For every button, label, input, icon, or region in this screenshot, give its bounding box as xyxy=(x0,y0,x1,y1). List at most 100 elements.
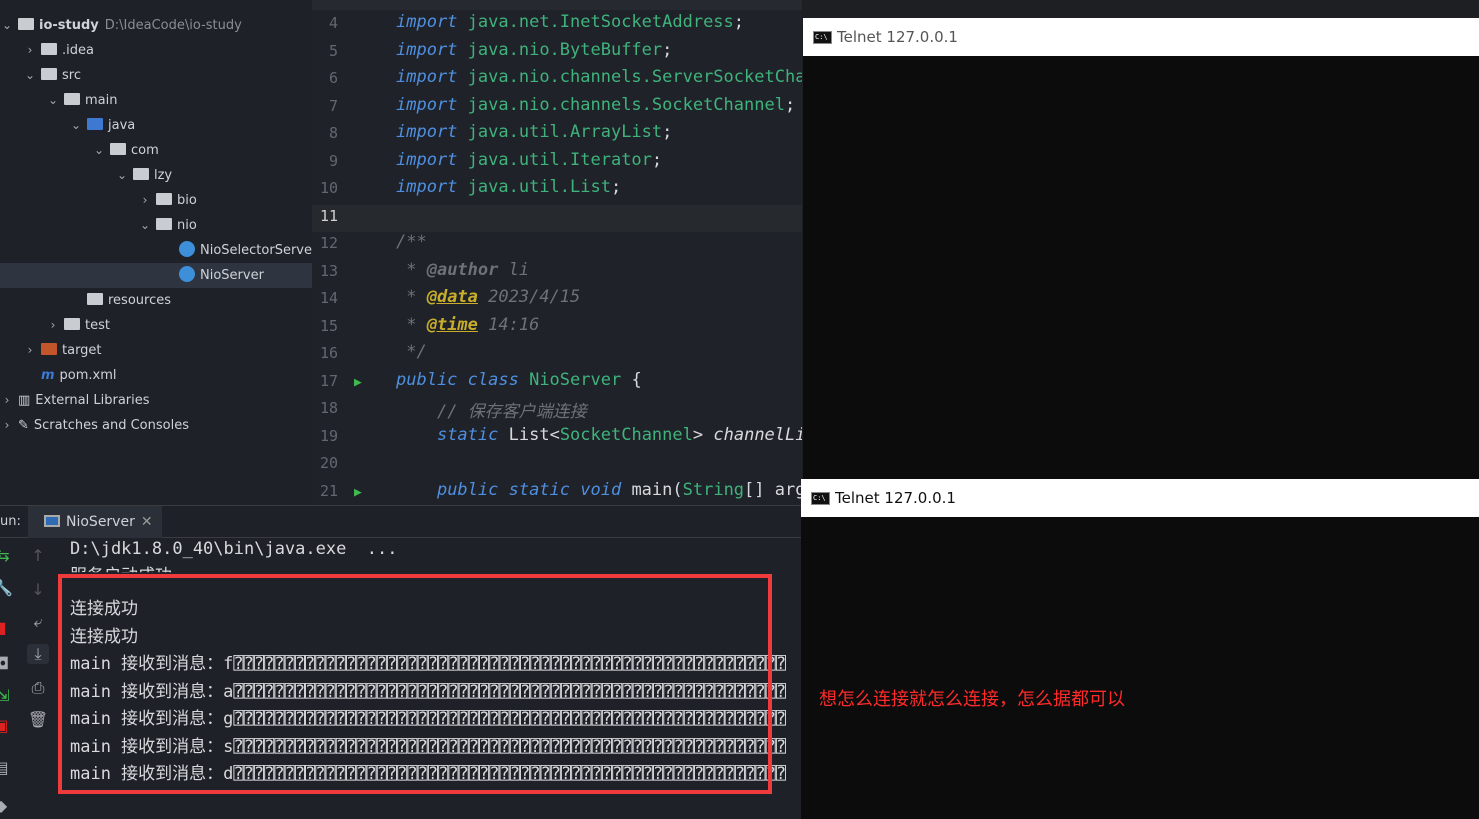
tree-item-label: target xyxy=(62,343,102,358)
up-arrow-icon[interactable]: ↑ xyxy=(27,546,49,565)
tree-item-label: Scratches and Consoles xyxy=(33,418,189,433)
annotation-text: 想怎么连接就怎么连接，怎么据都可以 xyxy=(819,689,1125,710)
tree-item[interactable]: NioSelectorServer xyxy=(0,238,317,263)
pin-icon[interactable]: ◆ xyxy=(0,796,12,815)
code-line: import java.nio.channels.ServerSocketCha… xyxy=(396,67,802,87)
trash-icon[interactable]: 🗑 xyxy=(27,710,49,729)
line-number: 12 xyxy=(319,234,338,252)
folder-icon xyxy=(41,43,57,55)
code-editor[interactable]: 4 import java.net.InetSocketAddress; 5 impo… xyxy=(312,10,802,505)
chevron-icon[interactable]: ⌄ xyxy=(23,63,37,88)
code-line: public class NioServer { xyxy=(396,369,642,390)
tree-root[interactable]: ⌄ io-study D:\IdeaCode\io-study xyxy=(0,13,312,38)
tree-item[interactable]: › .idea xyxy=(0,38,312,63)
tree-item-label: resources xyxy=(108,293,172,308)
chevron-icon[interactable]: › xyxy=(23,38,37,63)
soft-wrap-icon[interactable]: ⤶ xyxy=(27,612,49,632)
chevron-icon[interactable]: › xyxy=(46,313,60,338)
run-panel: un: NioServer ✕ ⇆ 🔧 ■ ◘ ⇲ ▣ ▤ ◆ ↑ ↓ ⤶ ⤓ ⎙… xyxy=(0,505,802,819)
tree-item[interactable]: › test xyxy=(0,313,312,338)
tree-item-label: bio xyxy=(177,193,197,208)
tree-item[interactable]: ⌄ src xyxy=(0,63,312,88)
line-number: 15 xyxy=(319,316,338,335)
tree-item-label: java xyxy=(108,118,136,133)
telnet-window-1[interactable]: C:\ Telnet 127.0.0.1 xyxy=(803,18,1479,479)
window-title: Telnet 127.0.0.1 xyxy=(835,489,956,507)
tab-nioserver[interactable]: NioServer ✕ xyxy=(28,506,162,538)
tab-label: NioServer xyxy=(66,514,135,530)
chevron-icon[interactable]: ⌄ xyxy=(69,113,83,138)
line-number: 16 xyxy=(319,344,338,362)
tree-item[interactable]: m pom.xml xyxy=(0,363,312,388)
code-line: public static void main(String[] args) xyxy=(436,479,802,500)
code-line: * @author li xyxy=(396,259,530,280)
tree-item[interactable]: ⌄ com xyxy=(0,138,312,163)
chevron-icon[interactable]: ⌄ xyxy=(46,88,60,113)
chevron-icon[interactable]: › xyxy=(0,413,14,438)
line-number: 20 xyxy=(319,454,338,472)
tree-item-label: .idea xyxy=(62,43,94,58)
root-path: D:\IdeaCode\io-study xyxy=(104,18,242,33)
exit-icon[interactable]: ▣ xyxy=(0,716,12,735)
folder-icon xyxy=(41,343,57,355)
scratch-icon: ✎ xyxy=(18,418,29,433)
tree-item[interactable]: ⌄ nio xyxy=(0,213,312,238)
module-icon xyxy=(18,18,34,30)
tree-item[interactable]: resources xyxy=(0,288,312,313)
stop-icon[interactable]: ■ xyxy=(0,618,10,637)
scroll-to-end-icon[interactable]: ⤓ xyxy=(27,644,49,664)
tree-item-label: src xyxy=(62,68,81,83)
tree-item[interactable]: ⌄ lzy xyxy=(0,163,312,188)
code-line: /** xyxy=(396,232,427,252)
tree-item-label: nio xyxy=(177,218,197,233)
library-icon: ▥ xyxy=(18,393,31,408)
tree-item-label: test xyxy=(85,318,110,333)
run-gutter-icon[interactable]: ▶ xyxy=(354,485,362,500)
tree-item[interactable]: › target xyxy=(0,338,312,363)
line-number: 8 xyxy=(328,124,338,142)
telnet-window-2[interactable]: C:\ Telnet 127.0.0.1 想怎么连接就怎么连接，怎么据都可以 xyxy=(801,479,1479,819)
tree-item-label: NioSelectorServer xyxy=(200,243,318,258)
print-icon[interactable]: ⎙ xyxy=(27,678,49,698)
folder-icon xyxy=(156,193,172,205)
run-gutter-icon[interactable]: ▶ xyxy=(354,375,362,390)
tree-item[interactable]: › ▥ External Libraries xyxy=(0,388,312,413)
chevron-down-icon[interactable]: ⌄ xyxy=(0,13,14,38)
folder-icon xyxy=(133,168,149,180)
chevron-icon[interactable]: › xyxy=(0,388,14,413)
tree-item[interactable]: › ✎ Scratches and Consoles xyxy=(0,413,312,438)
close-icon[interactable]: ✕ xyxy=(141,514,153,530)
rerun-icon[interactable]: ⇆ xyxy=(0,546,14,565)
code-line: * @time 14:16 xyxy=(396,314,540,335)
restore-icon[interactable]: ⇲ xyxy=(0,686,14,705)
run-label: un: xyxy=(0,514,21,529)
tree-item-label: lzy xyxy=(154,168,173,183)
cmd-icon: C:\ xyxy=(813,31,832,44)
code-line: import java.util.List; xyxy=(396,177,622,197)
layout-icon[interactable]: ▤ xyxy=(0,758,12,777)
code-line: import java.nio.ByteBuffer; xyxy=(396,39,673,60)
telnet-title-bar[interactable]: C:\ Telnet 127.0.0.1 xyxy=(803,18,1479,56)
chevron-icon[interactable]: › xyxy=(138,188,152,213)
line-number: 19 xyxy=(319,426,338,445)
tree-item[interactable]: › bio xyxy=(0,188,312,213)
tree-item[interactable]: ⌄ java xyxy=(0,113,312,138)
tree-item[interactable]: ⌄ main xyxy=(0,88,312,113)
line-number: 13 xyxy=(319,261,338,280)
telnet-title-bar[interactable]: C:\ Telnet 127.0.0.1 xyxy=(801,479,1479,517)
chevron-icon[interactable]: ⌄ xyxy=(138,213,152,238)
chevron-icon[interactable]: ⌄ xyxy=(115,163,129,188)
tree-item-label: External Libraries xyxy=(35,393,150,408)
console-icon xyxy=(44,515,60,527)
maven-icon: m xyxy=(41,368,55,383)
folder-icon xyxy=(41,68,57,80)
line-number: 14 xyxy=(319,289,338,307)
camera-icon[interactable]: ◘ xyxy=(0,654,14,673)
chevron-icon[interactable]: ⌄ xyxy=(92,138,106,163)
code-line: // 保存客户端连接 xyxy=(436,402,587,422)
class-icon xyxy=(179,266,195,282)
down-arrow-icon[interactable]: ↓ xyxy=(27,580,49,599)
chevron-icon[interactable]: › xyxy=(23,338,37,363)
wrench-icon[interactable]: 🔧 xyxy=(0,578,14,597)
tree-item[interactable]: NioServer xyxy=(0,263,312,288)
